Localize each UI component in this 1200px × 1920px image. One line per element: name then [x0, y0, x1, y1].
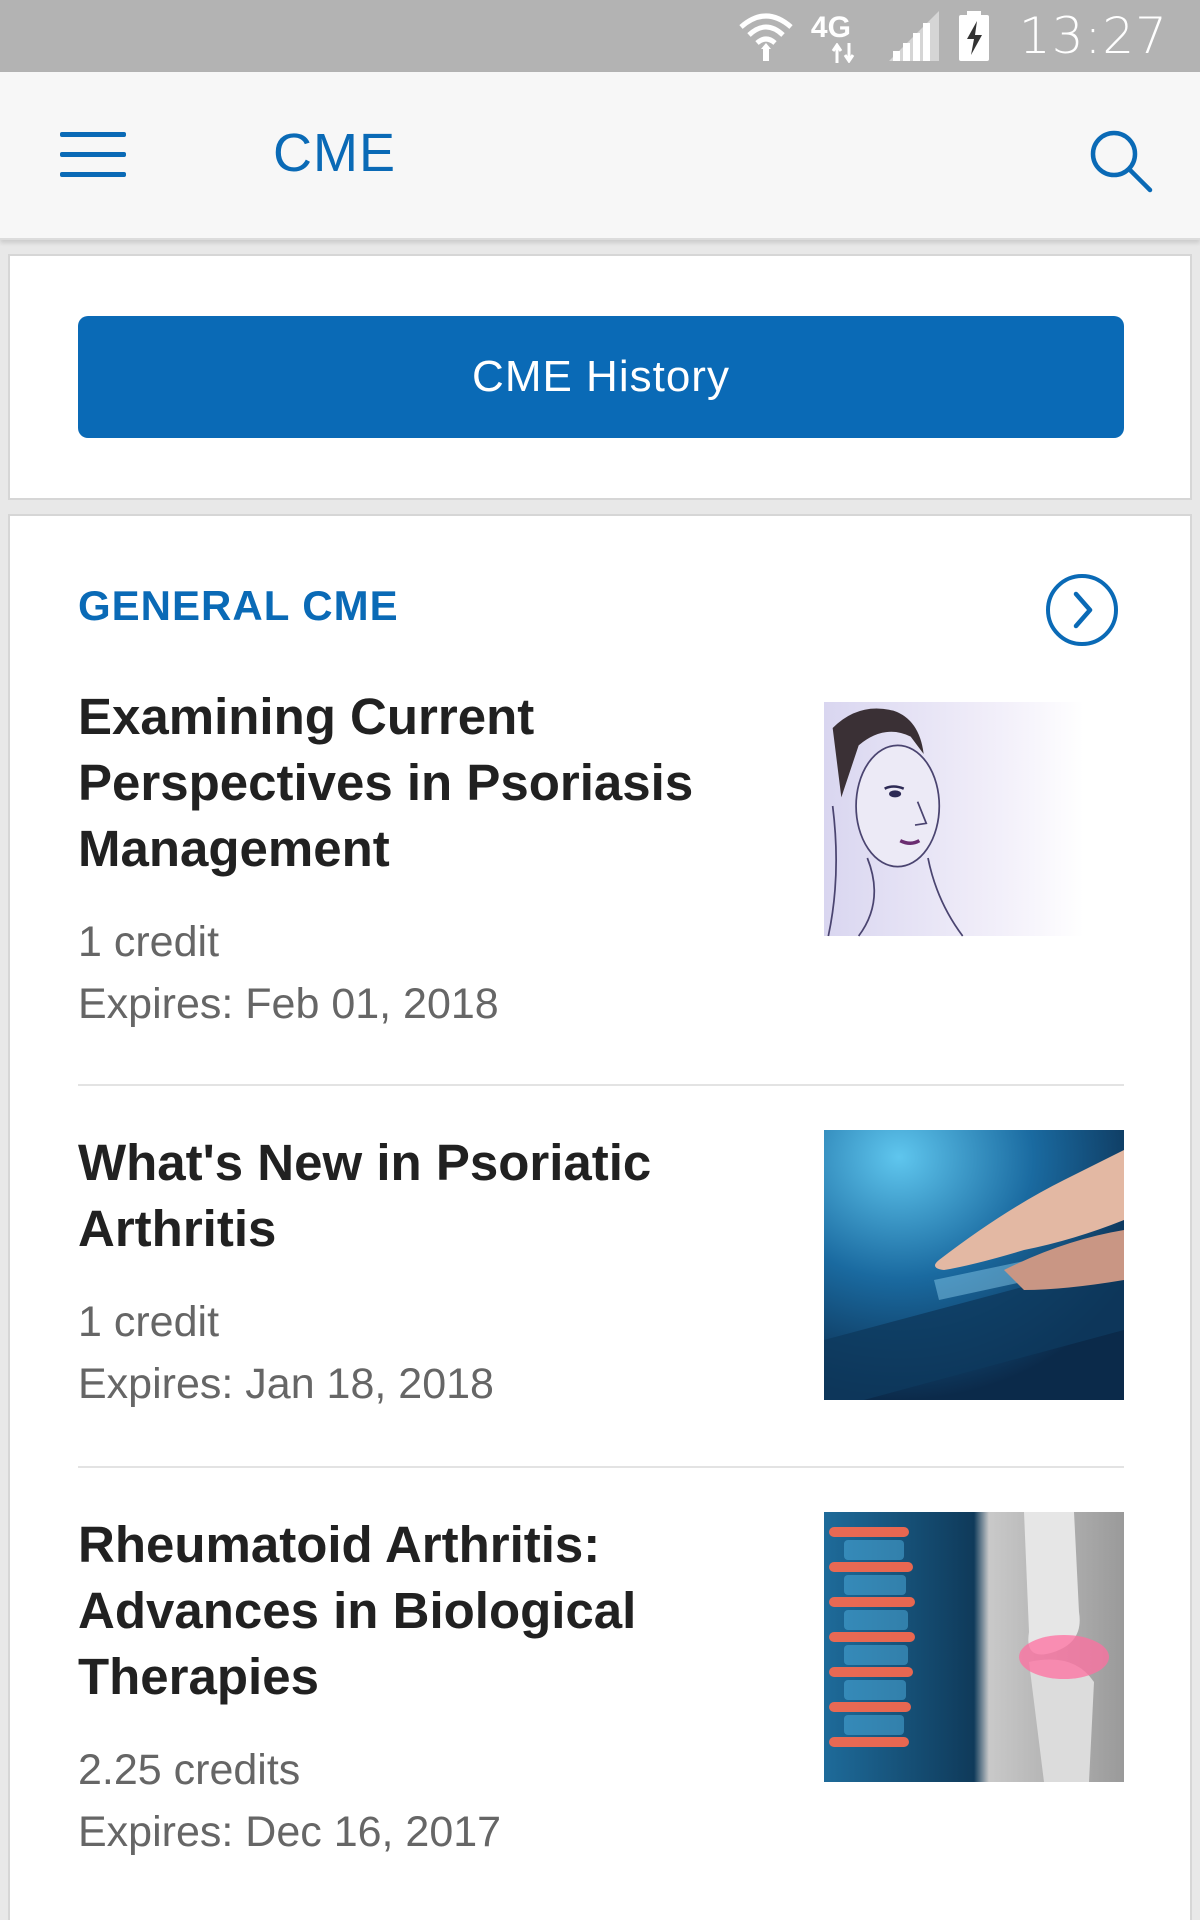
cme-history-button[interactable]: CME History	[78, 316, 1124, 438]
app-bar: CME	[0, 72, 1200, 240]
article-title: What's New in Psoriatic Arthritis	[78, 1134, 652, 1257]
article-expires: Expires: Dec 16, 2017	[78, 1808, 502, 1856]
4g-icon: 4G	[811, 9, 871, 63]
section-title: GENERAL CME	[78, 582, 399, 629]
list-item[interactable]: What's New in Psoriatic Arthritis 1 cred…	[78, 1130, 1124, 1450]
article-credits: 2.25 credits	[78, 1746, 301, 1794]
status-time: 13:27	[1018, 7, 1168, 65]
sketch-woman-face-image	[824, 702, 1084, 937]
article-credits: 1 credit	[78, 1298, 220, 1346]
wifi-icon	[739, 13, 793, 61]
divider	[78, 1466, 1124, 1468]
article-expires: Expires: Feb 01, 2018	[78, 980, 499, 1028]
article-title: Examining Current Perspectives in Psoria…	[78, 688, 694, 877]
finger-touching-tablet-image	[824, 1130, 1124, 1400]
search-icon[interactable]	[1088, 128, 1154, 194]
article-credits: 1 credit	[78, 918, 220, 966]
signal-icon	[888, 11, 939, 61]
article-expires: Expires: Jan 18, 2018	[78, 1360, 494, 1408]
divider	[78, 1084, 1124, 1086]
list-item[interactable]: Rheumatoid Arthritis: Advances in Biolog…	[78, 1512, 1124, 1892]
menu-icon[interactable]	[60, 132, 126, 180]
chevron-right-circle-icon[interactable]	[1044, 572, 1120, 648]
general-cme-card: GENERAL CME Examining Current Perspectiv…	[8, 514, 1192, 1920]
battery-charging-icon	[958, 11, 989, 61]
history-card: CME History	[8, 254, 1192, 500]
status-bar: 4G 13:27	[0, 0, 1200, 72]
article-title: Rheumatoid Arthritis: Advances in Biolog…	[78, 1516, 637, 1705]
list-item[interactable]: Examining Current Perspectives in Psoria…	[78, 684, 1124, 1044]
spine-and-knee-xray-image	[824, 1512, 1124, 1782]
page-title: CME	[273, 123, 396, 183]
